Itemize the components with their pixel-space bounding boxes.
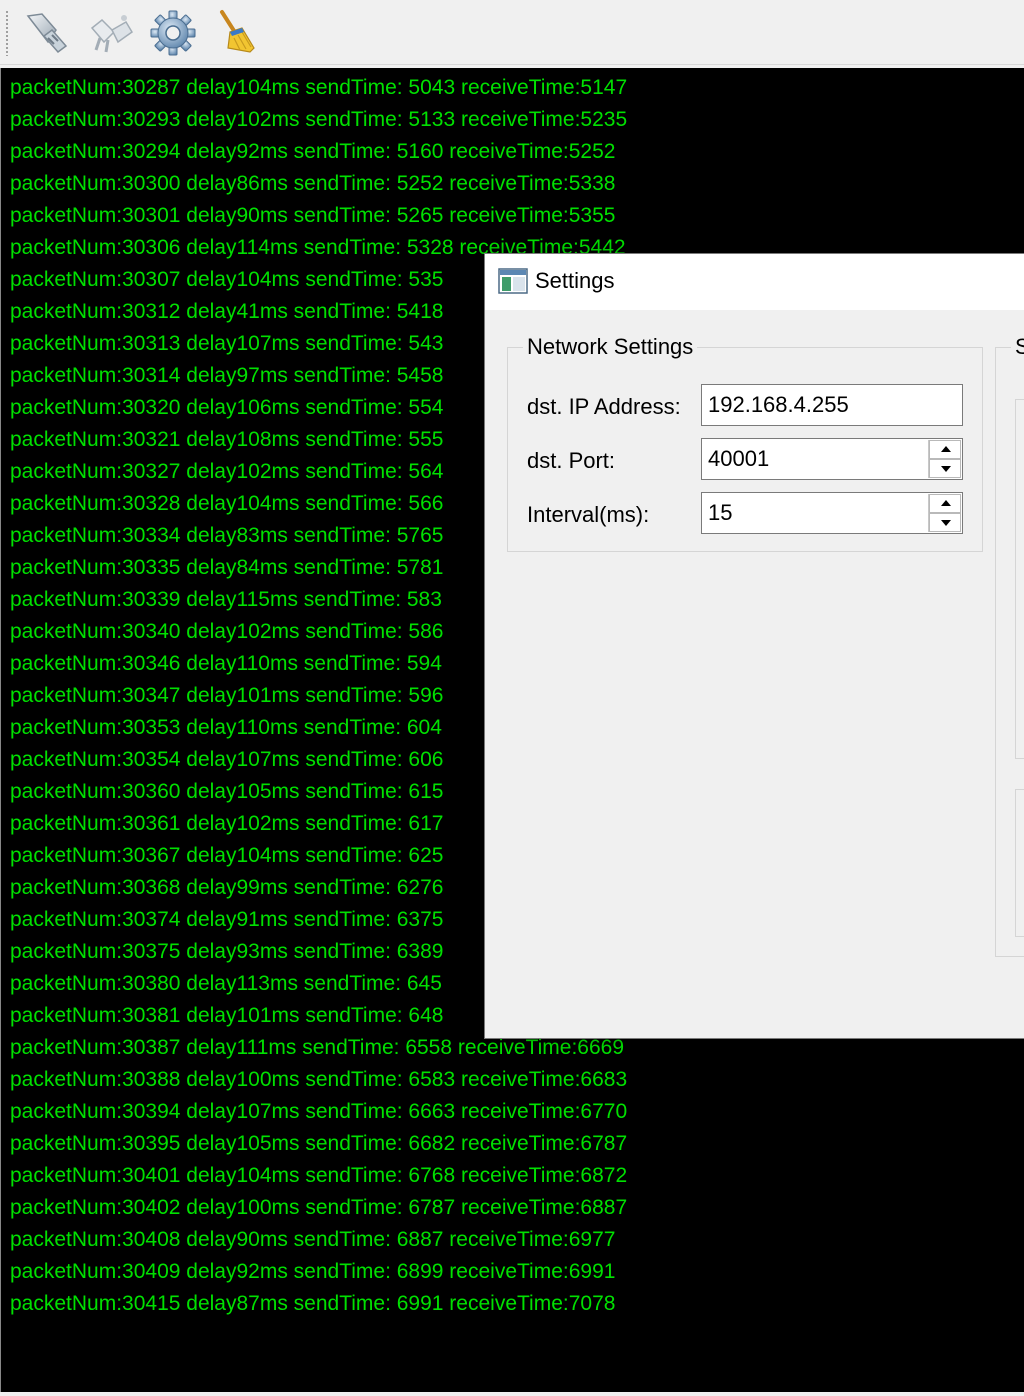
disconnect-button[interactable]: [86, 8, 136, 58]
console-line: packetNum:30300 delay86ms sendTime: 5252…: [10, 172, 616, 195]
status-bar: [0, 1392, 1024, 1396]
network-settings-title: Network Settings: [523, 334, 698, 360]
connect-plug-icon: [26, 13, 68, 54]
interval-increment-button[interactable]: [929, 494, 961, 513]
window-icon: [498, 268, 528, 294]
dialog-titlebar[interactable]: Settings: [485, 254, 1024, 310]
console-line: packetNum:30388 delay100ms sendTime: 658…: [10, 1068, 628, 1091]
second-settings-title: S: [1011, 334, 1024, 360]
interval-label: Interval(ms):: [527, 502, 650, 527]
interval-spin-buttons: [928, 494, 961, 532]
interval-decrement-button[interactable]: [929, 513, 961, 532]
interval-spinbox[interactable]: 15: [701, 492, 963, 534]
settings-button[interactable]: [148, 8, 198, 58]
console-line: packetNum:30394 delay107ms sendTime: 666…: [10, 1100, 628, 1123]
console-line: packetNum:30401 delay104ms sendTime: 676…: [10, 1164, 628, 1187]
interval-value: 15: [708, 500, 733, 525]
console-line: packetNum:30415 delay87ms sendTime: 6991…: [10, 1292, 616, 1315]
ip-address-input[interactable]: 192.168.4.255: [701, 384, 963, 426]
disconnect-plug-icon: [90, 15, 133, 53]
console-line: packetNum:30287 delay104ms sendTime: 504…: [10, 76, 628, 99]
gear-icon: [150, 10, 196, 56]
port-increment-button[interactable]: [929, 440, 961, 459]
clear-button[interactable]: [210, 8, 260, 58]
arrow-up-icon: [941, 500, 951, 506]
console-line: packetNum:30294 delay92ms sendTime: 5160…: [10, 140, 616, 163]
console-line: packetNum:30409 delay92ms sendTime: 6899…: [10, 1260, 616, 1283]
broom-icon: [220, 10, 255, 53]
second-group-panel-bottom: [1015, 789, 1024, 937]
console-line: packetNum:30408 delay90ms sendTime: 6887…: [10, 1228, 616, 1251]
console-line: packetNum:30293 delay102ms sendTime: 513…: [10, 108, 628, 131]
console-line: packetNum:30395 delay105ms sendTime: 668…: [10, 1132, 628, 1155]
port-label: dst. Port:: [527, 448, 616, 473]
console-line: packetNum:30402 delay100ms sendTime: 678…: [10, 1196, 628, 1219]
port-decrement-button[interactable]: [929, 459, 961, 478]
port-spin-buttons: [928, 440, 961, 478]
settings-dialog: Settings Network Settings S dst. IP Addr…: [484, 253, 1024, 1039]
arrow-down-icon: [941, 520, 951, 526]
dialog-title: Settings: [535, 268, 615, 293]
arrow-down-icon: [941, 466, 951, 472]
ip-address-label: dst. IP Address:: [527, 394, 681, 419]
console-line: packetNum:30301 delay90ms sendTime: 5265…: [10, 204, 616, 227]
connect-button[interactable]: [20, 8, 70, 58]
second-group-panel-top: [1015, 399, 1024, 759]
arrow-up-icon: [941, 446, 951, 452]
port-value: 40001: [708, 446, 770, 471]
toolbar: [0, 0, 1024, 65]
toolbar-grip[interactable]: [5, 10, 9, 56]
port-spinbox[interactable]: 40001: [701, 438, 963, 480]
